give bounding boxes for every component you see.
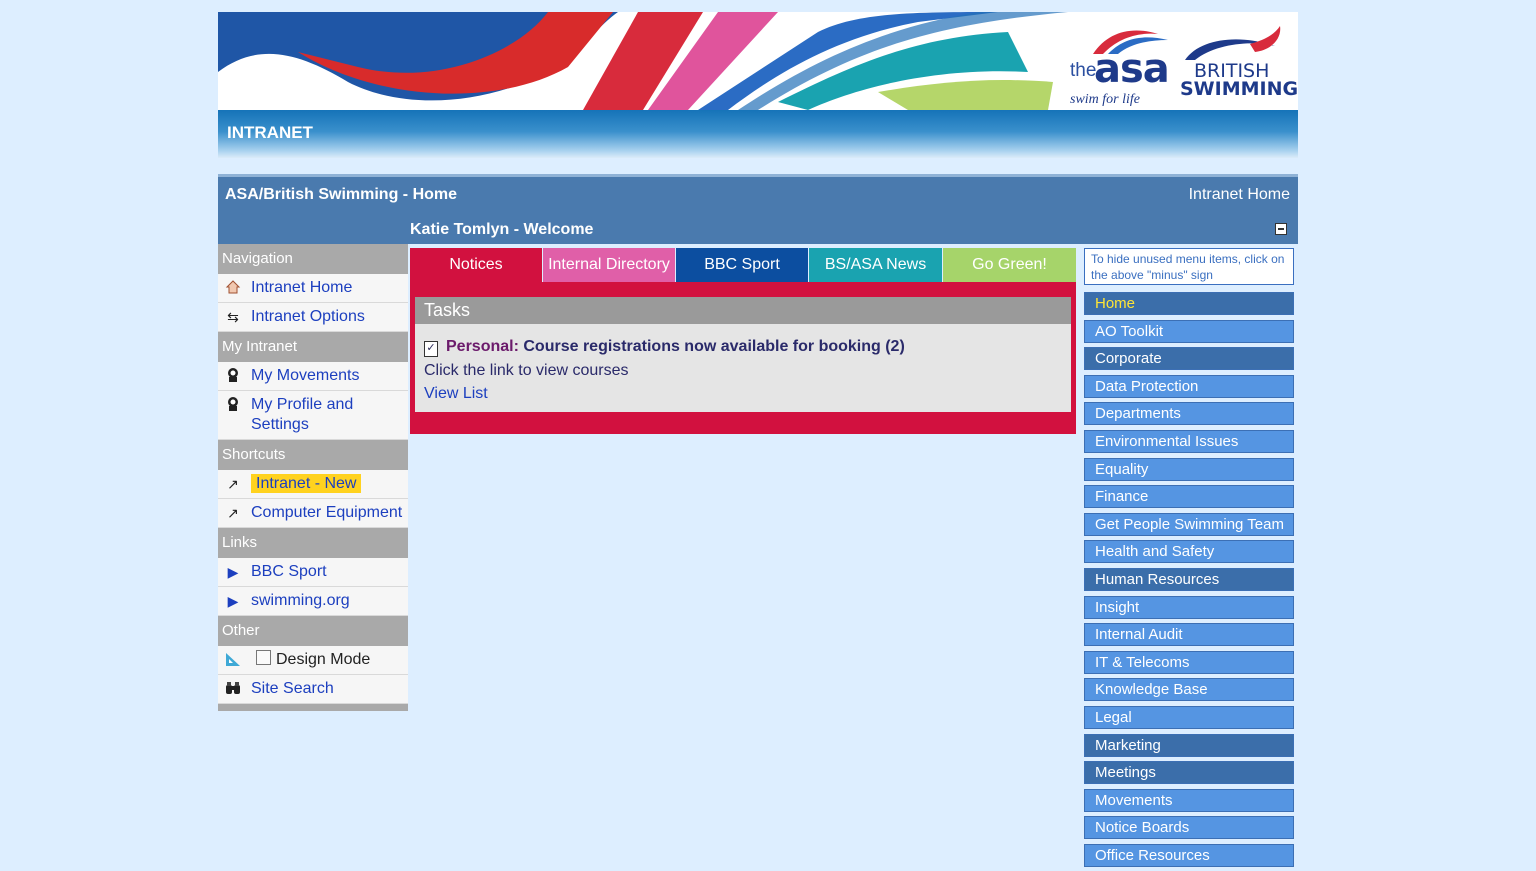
tab-bbc-sport[interactable]: BBC Sport	[676, 248, 808, 282]
menu-item-notice-boards[interactable]: Notice Boards	[1084, 816, 1294, 840]
tasks-heading: Tasks	[415, 297, 1071, 324]
intranet-bar: INTRANET	[218, 110, 1298, 158]
page-title: ASA/British Swimming - Home	[225, 186, 458, 203]
nav-item-label: Intranet Home	[251, 279, 353, 296]
task-category: Personal:	[446, 338, 519, 355]
nav-item-label: Site Search	[251, 680, 334, 697]
welcome-message: Katie Tomlyn - Welcome	[410, 221, 594, 238]
nav-heading-navigation: Navigation	[218, 244, 408, 274]
shortcut-arrow-icon: ↗	[227, 476, 239, 492]
asa-logo: the asa swim for life	[1070, 26, 1170, 107]
british-swimming-logo-line2: SWIMMING	[1180, 78, 1298, 100]
menu-item-finance[interactable]: Finance	[1084, 485, 1294, 509]
view-list-link[interactable]: View List	[424, 385, 488, 403]
nav-item-design-mode[interactable]: Design Mode	[218, 646, 408, 675]
british-swimming-logo: BRITISH SWIMMING	[1180, 26, 1298, 106]
nav-item-label: Intranet Options	[251, 308, 365, 325]
home-icon	[224, 279, 242, 297]
person-icon	[224, 367, 242, 385]
nav-item-label: BBC Sport	[251, 563, 327, 580]
shortcut-arrow-icon: ↗	[227, 505, 239, 521]
asa-logo-name: asa	[1094, 46, 1170, 92]
menu-item-get-people-swimming-team[interactable]: Get People Swimming Team	[1084, 512, 1294, 536]
nav-item-intranet-new[interactable]: ↗ Intranet - New	[218, 470, 408, 499]
nav-item-label: Design Mode	[276, 651, 371, 668]
tasks-panel: Tasks ✓ Personal: Course registrations no…	[415, 297, 1071, 412]
tab-internal-directory[interactable]: Internal Directory	[543, 248, 675, 282]
nav-item-my-movements[interactable]: My Movements	[218, 362, 408, 391]
menu-item-data-protection[interactable]: Data Protection	[1084, 374, 1294, 398]
nav-item-label: My Movements	[251, 367, 360, 384]
menu-item-corporate[interactable]: Corporate	[1084, 347, 1294, 371]
arrow-right-icon: ▶	[227, 564, 239, 580]
tab-notices[interactable]: Notices	[410, 248, 542, 282]
nav-item-label: My Profile and Settings	[251, 396, 354, 433]
menu-item-ao-toolkit[interactable]: AO Toolkit	[1084, 319, 1294, 343]
menu-item-health-and-safety[interactable]: Health and Safety	[1084, 540, 1294, 564]
menu-item-home[interactable]: Home	[1084, 292, 1294, 315]
nav-item-intranet-home[interactable]: Intranet Home	[218, 274, 408, 303]
menu-item-equality[interactable]: Equality	[1084, 457, 1294, 481]
hide-menu-hint: To hide unused menu items, click on the …	[1084, 248, 1294, 285]
asa-logo-the: the	[1070, 60, 1097, 81]
options-icon: ⇆	[227, 309, 239, 325]
department-menu: Home AO Toolkit Corporate Data Protectio…	[1084, 292, 1294, 871]
task-message: Course registrations now available for b…	[523, 338, 905, 355]
nav-heading-links: Links	[218, 528, 408, 558]
nav-item-bbc-sport[interactable]: ▶ BBC Sport	[218, 558, 408, 587]
nav-item-my-profile[interactable]: My Profile and Settings	[218, 391, 408, 440]
nav-heading-other: Other	[218, 616, 408, 646]
tab-bar: Notices Internal Directory BBC Sport BS/…	[410, 248, 1076, 282]
left-navigation: Navigation Intranet Home ⇆ Intranet Opti…	[218, 244, 408, 711]
intranet-home-link[interactable]: Intranet Home	[1189, 186, 1290, 204]
site-banner: the asa swim for life BRITISH SWIMMING	[218, 12, 1298, 110]
binoculars-icon	[224, 680, 242, 698]
nav-item-label: swimming.org	[251, 592, 350, 609]
asa-logo-tagline: swim for life	[1070, 92, 1141, 107]
task-check-icon: ✓	[424, 341, 438, 357]
nav-item-computer-equipment[interactable]: ↗ Computer Equipment	[218, 499, 408, 528]
notices-content: Tasks ✓ Personal: Course registrations no…	[410, 282, 1076, 434]
design-icon	[224, 651, 242, 669]
menu-item-departments[interactable]: Departments	[1084, 402, 1294, 426]
tab-bs-asa-news[interactable]: BS/ASA News	[809, 248, 942, 282]
nav-item-site-search[interactable]: Site Search	[218, 675, 408, 704]
menu-item-insight[interactable]: Insight	[1084, 595, 1294, 619]
menu-item-legal[interactable]: Legal	[1084, 705, 1294, 729]
task-item: ✓ Personal: Course registrations now avai…	[424, 338, 905, 357]
british-swimming-swoosh-icon	[1185, 26, 1281, 60]
person-icon	[224, 396, 242, 414]
nav-heading-my-intranet: My Intranet	[218, 332, 408, 362]
menu-item-movements[interactable]: Movements	[1084, 788, 1294, 812]
collapse-minus-button[interactable]	[1275, 223, 1287, 235]
nav-item-intranet-options[interactable]: ⇆ Intranet Options	[218, 303, 408, 332]
nav-item-swimming-org[interactable]: ▶ swimming.org	[218, 587, 408, 616]
page-header: ASA/British Swimming - Home Intranet Hom…	[218, 174, 1298, 244]
nav-item-label: Computer Equipment	[251, 504, 403, 521]
intranet-label: INTRANET	[227, 123, 313, 142]
menu-item-internal-audit[interactable]: Internal Audit	[1084, 623, 1294, 647]
nav-footer-bar	[218, 704, 408, 711]
menu-item-it-telecoms[interactable]: IT & Telecoms	[1084, 650, 1294, 674]
tab-go-green[interactable]: Go Green!	[943, 248, 1076, 282]
menu-item-knowledge-base[interactable]: Knowledge Base	[1084, 678, 1294, 702]
menu-item-office-resources[interactable]: Office Resources	[1084, 843, 1294, 867]
menu-item-environmental-issues[interactable]: Environmental Issues	[1084, 429, 1294, 453]
menu-item-human-resources[interactable]: Human Resources	[1084, 567, 1294, 591]
nav-item-label: Intranet - New	[251, 474, 362, 493]
menu-item-meetings[interactable]: Meetings	[1084, 761, 1294, 785]
task-subtext: Click the link to view courses	[424, 362, 629, 379]
design-mode-checkbox[interactable]	[256, 650, 271, 665]
arrow-right-icon: ▶	[227, 593, 239, 609]
menu-item-marketing[interactable]: Marketing	[1084, 733, 1294, 757]
nav-heading-shortcuts: Shortcuts	[218, 440, 408, 470]
